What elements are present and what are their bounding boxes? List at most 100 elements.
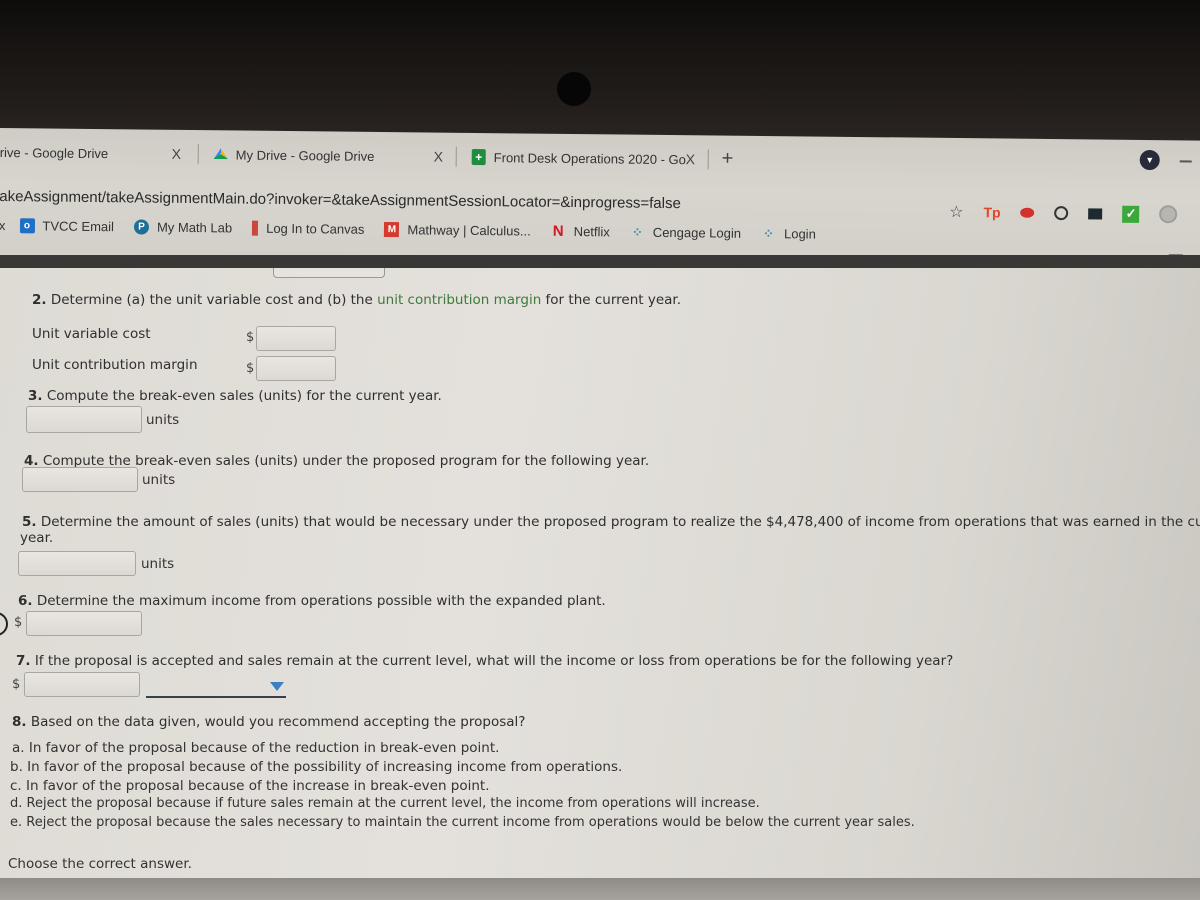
units-label: units <box>146 412 180 428</box>
pearson-icon: P <box>133 219 150 235</box>
screen-bottom-edge <box>0 878 1200 900</box>
bookmark-label: Netflix <box>573 224 610 240</box>
profile-icon[interactable] <box>1159 205 1178 224</box>
tp-extension-icon[interactable]: Tp <box>983 204 1000 220</box>
zoom-search-icon[interactable] <box>1054 206 1069 221</box>
question-text: If the proposal is accepted and sales re… <box>34 653 954 669</box>
question-text: Determine the maximum income from operat… <box>36 593 606 609</box>
income-loss-input[interactable] <box>24 672 140 697</box>
adblock-icon[interactable] <box>1020 207 1035 218</box>
tab-separator <box>197 144 199 165</box>
google-sheets-icon: + <box>471 148 486 166</box>
dollar-sign: $ <box>246 330 255 345</box>
dollar-sign: $ <box>12 677 21 692</box>
tab-separator <box>707 149 709 170</box>
question-text: Determine the amount of sales (units) th… <box>40 514 1200 530</box>
chevron-down-icon <box>270 682 284 691</box>
unit-contribution-margin-input[interactable] <box>256 356 336 381</box>
break-even-current-input[interactable] <box>26 406 142 433</box>
cengage-icon: ⁘ <box>631 224 643 240</box>
question-5: 5. Determine the amount of sales (units)… <box>22 514 1200 530</box>
question-2: 2. Determine (a) the unit variable cost … <box>32 292 681 308</box>
question-number: 6. <box>18 593 33 609</box>
minimize-icon[interactable] <box>1179 160 1192 163</box>
bookmark-cengage-login[interactable]: ⁘ Cengage Login <box>630 224 742 241</box>
google-drive-icon <box>214 148 228 160</box>
bookmarks-bar: x o TVCC Email P My Math Lab Log In to C… <box>0 218 836 242</box>
bookmark-label: Cengage Login <box>652 224 742 241</box>
tab-separator <box>455 146 457 167</box>
star-icon[interactable]: ☆ <box>949 202 964 222</box>
tab-title: My Drive - Google Drive <box>235 146 375 164</box>
tab-front-desk-operations[interactable]: + Front Desk Operations 2020 - Go X <box>471 143 712 174</box>
target-sales-input[interactable] <box>18 551 136 576</box>
bookmark-label: Login <box>783 226 816 242</box>
question-number: 5. <box>22 514 37 530</box>
bookmark-label: Mathway | Calculus... <box>407 222 531 239</box>
break-even-proposed-input[interactable] <box>22 467 138 492</box>
close-icon[interactable]: X <box>686 151 696 167</box>
answer-option-a: a. In favor of the proposal because of t… <box>12 740 500 756</box>
question-text: for the current year. <box>541 292 682 308</box>
tab-google-drive[interactable]: rive - Google Drive X <box>0 138 200 168</box>
screen-bezel <box>0 0 1200 140</box>
bookmark-my-math-lab[interactable]: P My Math Lab <box>133 219 233 236</box>
dollar-sign: $ <box>14 615 23 630</box>
close-icon[interactable]: X <box>172 146 182 162</box>
netflix-icon: N <box>552 222 564 240</box>
outlook-icon: o <box>19 218 35 234</box>
question-number: 8. <box>12 714 27 730</box>
grammar-check-icon[interactable]: ✓ <box>1122 205 1140 223</box>
answer-option-b: b. In favor of the proposal because of t… <box>10 759 623 775</box>
profile-menu-icon[interactable]: ▼ <box>1139 149 1160 171</box>
webcam <box>557 72 591 106</box>
question-text: Determine (a) the unit variable cost and… <box>50 292 378 308</box>
answer-option-c: c. In favor of the proposal because of t… <box>10 778 490 794</box>
bookmark-label: Log In to Canvas <box>266 220 365 237</box>
close-icon[interactable]: X <box>434 149 444 165</box>
answer-option-d: d. Reject the proposal because if future… <box>10 796 760 811</box>
unit-variable-cost-input[interactable] <box>256 326 336 351</box>
max-income-input[interactable] <box>26 611 142 636</box>
tab-title: rive - Google Drive <box>0 144 109 161</box>
question-text: Compute the break-even sales (units) for… <box>46 388 442 404</box>
answer-prompt: Choose the correct answer. <box>8 856 192 872</box>
page-tab-edge <box>273 268 385 278</box>
address-bar[interactable]: akeAssignment/takeAssignmentMain.do?invo… <box>0 188 681 212</box>
bookmark-netflix[interactable]: N Netflix <box>551 222 610 240</box>
question-number: 3. <box>28 388 43 404</box>
bookmark-canvas[interactable]: Log In to Canvas <box>252 220 365 237</box>
units-label: units <box>142 472 176 488</box>
question-number: 2. <box>32 292 47 308</box>
extensions-bar: ☆ Tp ✓ <box>949 202 1178 224</box>
units-label: units <box>141 556 175 572</box>
bookmark-login[interactable]: ⁘ Login <box>761 225 816 242</box>
mathway-icon: M <box>384 222 400 238</box>
bookmark-label: x <box>0 217 6 234</box>
assignment-page: 2. Determine (a) the unit variable cost … <box>0 268 1200 900</box>
bookmark-label: TVCC Email <box>42 218 115 235</box>
unit-variable-cost-label: Unit variable cost <box>32 326 151 342</box>
bookmark-label: My Math Lab <box>156 219 233 236</box>
bookmark-partial[interactable]: x <box>0 218 6 233</box>
canvas-icon <box>252 220 259 236</box>
question-6: 6. Determine the maximum income from ope… <box>18 593 606 609</box>
bookmark-mathway[interactable]: M Mathway | Calculus... <box>384 222 531 239</box>
question-number: 7. <box>16 653 31 669</box>
cengage-icon: ⁘ <box>763 225 775 241</box>
glossary-link[interactable]: unit contribution margin <box>377 292 541 308</box>
question-text: Based on the data given, would you recom… <box>30 714 526 730</box>
tab-my-drive[interactable]: My Drive - Google Drive X <box>214 140 454 171</box>
dollar-sign: $ <box>246 361 255 376</box>
tab-title: Front Desk Operations 2020 - Go <box>493 149 686 167</box>
bookmark-tvcc-email[interactable]: o TVCC Email <box>19 218 114 234</box>
new-tab-button[interactable]: + <box>722 148 734 171</box>
income-loss-dropdown[interactable] <box>146 676 286 698</box>
unit-contribution-margin-label: Unit contribution margin <box>32 357 198 373</box>
browser-toolbar-shadow <box>0 255 1200 269</box>
wallet-extension-icon[interactable] <box>1088 207 1103 220</box>
question-5-continued: year. <box>20 530 54 546</box>
question-8: 8. Based on the data given, would you re… <box>12 714 525 730</box>
question-3: 3. Compute the break-even sales (units) … <box>28 388 442 404</box>
url-text: akeAssignment/takeAssignmentMain.do?invo… <box>0 187 681 213</box>
